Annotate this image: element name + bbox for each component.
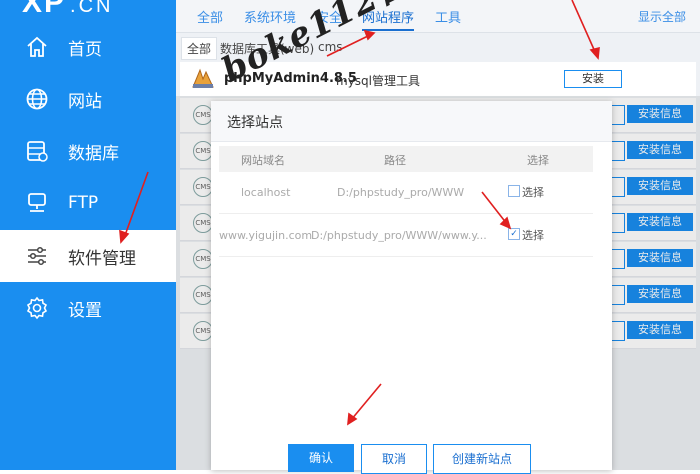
annotation-arrow (123, 171, 149, 239)
annotation-arrow (350, 383, 382, 421)
annotation-arrow (481, 191, 508, 225)
annotation-arrow (326, 34, 371, 57)
annotation-arrowhead (499, 216, 512, 230)
annotation-arrowhead (119, 229, 130, 244)
annotation-arrowhead (589, 46, 600, 60)
annotation-arrow (571, 0, 597, 55)
annotation-arrows (119, 0, 600, 426)
annotation-arrowhead (363, 29, 376, 41)
